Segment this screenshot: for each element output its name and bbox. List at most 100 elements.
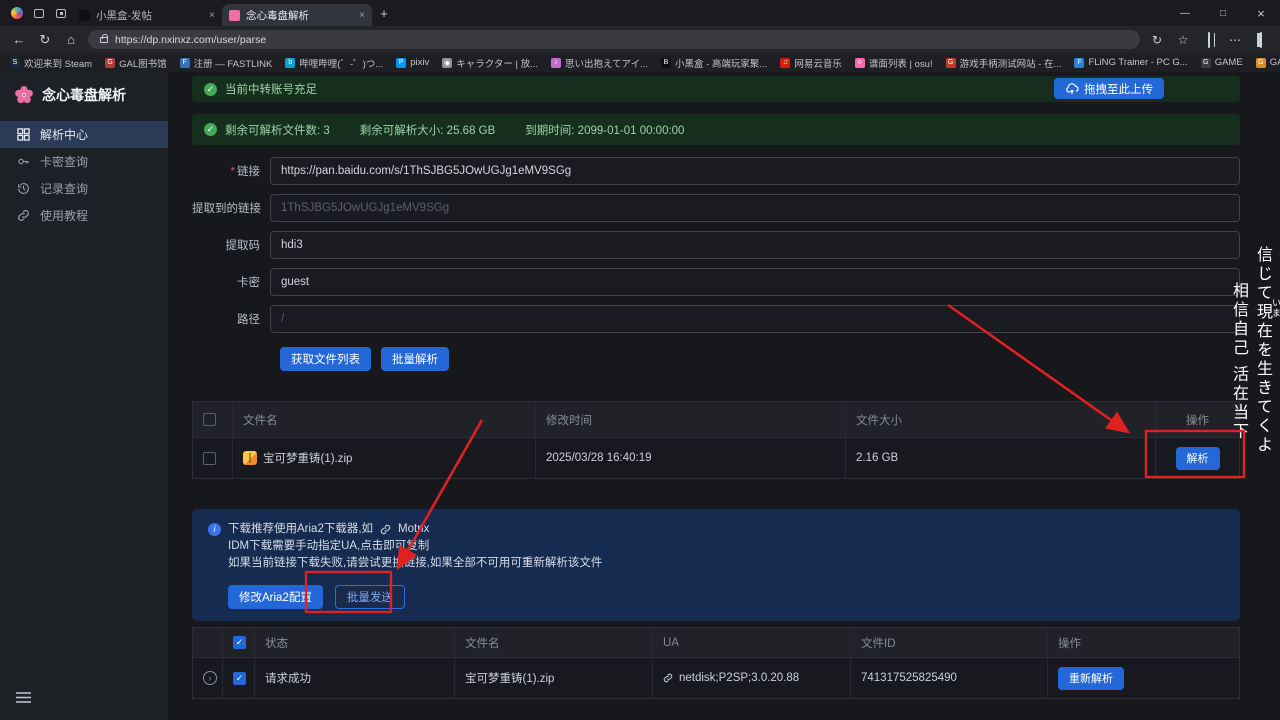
- bookmark-steam[interactable]: S 欢迎来到 Steam: [10, 56, 92, 70]
- bookmark-label: 游戏手柄测试网站 - 在...: [959, 58, 1062, 70]
- split-screen-icon[interactable]: [1200, 31, 1218, 48]
- bookmark-favicon: G: [105, 57, 116, 68]
- parse-button[interactable]: 解析: [1175, 446, 1220, 470]
- close-button[interactable]: ×: [1242, 0, 1280, 26]
- card-key-label: 卡密: [237, 277, 260, 289]
- reparse-button[interactable]: 重新解析: [1058, 666, 1124, 690]
- minimize-button[interactable]: —: [1166, 0, 1204, 26]
- ua-link-icon: [663, 673, 673, 683]
- sidebar-collapse-button[interactable]: [0, 680, 168, 720]
- bookmark-label: GAL图书馆: [119, 58, 167, 70]
- history-icon: [18, 183, 29, 194]
- row-checkbox-cell: ✓: [223, 658, 255, 698]
- download-info-panel: i 下载推荐使用Aria2下载器,如 Motrix IDM下载需要手动指定UA,…: [192, 509, 1240, 621]
- sidebar-item-tutorial[interactable]: 使用教程: [0, 202, 168, 229]
- header-modified: 修改时间: [536, 402, 846, 437]
- motrix-link[interactable]: Motrix: [398, 521, 429, 538]
- upload-button[interactable]: 拖拽至此上传: [1054, 78, 1164, 99]
- sidebar-item-record-query[interactable]: 记录查询: [0, 175, 168, 202]
- extraction-code-input[interactable]: [270, 231, 1240, 259]
- bookmark-fling-trainer[interactable]: F FLiNG Trainer - PC G...: [1074, 57, 1188, 68]
- header-filename: 文件名: [233, 402, 536, 437]
- bookmark-fastlink[interactable]: F 注册 — FASTLINK: [179, 56, 272, 70]
- refresh-icon[interactable]: ↻: [36, 32, 54, 48]
- cloud-upload-icon: [1066, 82, 1079, 94]
- bookmark-character[interactable]: ◉ キャラクター | 放...: [442, 56, 538, 70]
- vertical-japanese-text: 信じて現在を生きてくよ: [1254, 246, 1271, 455]
- header-expand-cell: [193, 628, 223, 657]
- action-cell: 重新解析: [1048, 658, 1239, 698]
- bookmark-game-2[interactable]: GGAME: [1255, 57, 1280, 68]
- sidebar-item-card-query[interactable]: 卡密查询: [0, 148, 168, 175]
- maximize-button[interactable]: □: [1204, 0, 1242, 26]
- address-bar[interactable]: https://dp.nxinxz.com/user/parse: [88, 30, 1140, 49]
- result-table-header: ✓ 状态 文件名 UA 文件ID 操作: [193, 628, 1239, 658]
- quota-expire: 到期时间: 2099-01-01 00:00:00: [525, 124, 685, 137]
- card-key-input[interactable]: [270, 268, 1240, 296]
- tab-close-icon[interactable]: ×: [359, 10, 365, 21]
- modify-aria2-button[interactable]: 修改Aria2配置: [228, 585, 323, 609]
- select-all-checkbox[interactable]: ✓: [233, 636, 246, 649]
- select-all-checkbox[interactable]: [203, 413, 216, 426]
- extracted-link-label: 提取到的链接: [192, 203, 261, 215]
- favorites-star-icon[interactable]: ☆: [1174, 33, 1192, 47]
- sidebar-item-label: 卡密查询: [40, 155, 89, 169]
- extracted-link-input[interactable]: [270, 194, 1240, 222]
- bookmark-netease-music[interactable]: ♫ 网易云音乐: [780, 56, 842, 70]
- file-table-header: 文件名 修改时间 文件大小 操作: [193, 402, 1239, 438]
- sidebar-item-parse-center[interactable]: 解析中心: [0, 121, 168, 148]
- get-file-list-button[interactable]: 获取文件列表: [280, 347, 371, 371]
- home-icon[interactable]: ⌂: [62, 32, 80, 47]
- bookmark-pixiv[interactable]: Ppixiv: [396, 57, 429, 68]
- bookmark-favicon: G: [1255, 57, 1266, 68]
- account-alert-text: 当前中转账号充足: [225, 84, 317, 96]
- upload-button-label: 拖拽至此上传: [1084, 83, 1153, 96]
- bookmark-gamepad-test[interactable]: G 游戏手柄测试网站 - 在...: [945, 56, 1062, 70]
- vertical-chinese-text: 相信自己 活在当下: [1230, 282, 1247, 442]
- filename-cell: 宝可梦重铸(1).zip: [455, 658, 653, 698]
- bookmark-omoide[interactable]: ♪ 思い出抱えてアイ...: [551, 56, 648, 70]
- row-checkbox[interactable]: [203, 451, 216, 465]
- back-icon[interactable]: ←: [10, 32, 28, 47]
- bookmark-label: 网易云音乐: [794, 58, 842, 70]
- action-cell: 解析: [1156, 438, 1239, 478]
- bookmark-gal-library[interactable]: G GAL图书馆: [105, 56, 167, 70]
- info-buttons: 修改Aria2配置 批量发送: [208, 585, 1224, 609]
- tab-nianxin-parser[interactable]: 念心毒盘解析 ×: [222, 4, 372, 26]
- bookmark-game-1[interactable]: G GAME: [1200, 57, 1243, 68]
- link-icon: [18, 210, 29, 221]
- info-text-1: 下载推荐使用Aria2下载器,如: [228, 523, 374, 535]
- bookmark-osu[interactable]: o 谱面列表 | osu!: [854, 56, 933, 70]
- header-status: 状态: [255, 628, 455, 657]
- tab-close-icon[interactable]: ×: [209, 10, 215, 21]
- batch-parse-button[interactable]: 批量解析: [381, 347, 449, 371]
- path-input[interactable]: [270, 305, 1240, 333]
- hamburger-icon: [16, 692, 31, 703]
- bookmark-bilibili[interactable]: b 哔哩哔哩(゜-゜)つ...: [285, 56, 383, 70]
- bookmark-heybox[interactable]: B 小黑盒 - 高端玩家聚...: [660, 56, 767, 70]
- form-buttons: 获取文件列表 批量解析: [280, 347, 1240, 371]
- form-row-link: * 链接: [192, 157, 1240, 185]
- settings-dots-icon[interactable]: ⋯: [1226, 33, 1244, 47]
- browser-essentials-icon[interactable]: ↻: [1148, 33, 1166, 47]
- tab-actions-icon[interactable]: [50, 3, 72, 23]
- row-checkbox[interactable]: ✓: [233, 671, 246, 685]
- tab-label: 小黑盒-发帖: [96, 9, 152, 22]
- workspaces-icon[interactable]: [28, 3, 50, 23]
- ua-cell[interactable]: netdisk;P2SP;3.0.20.88: [653, 658, 851, 698]
- header-fileid: 文件ID: [851, 628, 1048, 657]
- new-tab-button[interactable]: +: [372, 6, 396, 21]
- link-input[interactable]: [270, 157, 1240, 185]
- sidebar-panel-icon[interactable]: [1252, 31, 1270, 48]
- bookmark-label: GAME: [1214, 57, 1243, 68]
- sidebar-item-label: 解析中心: [40, 128, 89, 142]
- tab-heybox[interactable]: 小黑盒-发帖 ×: [72, 4, 222, 26]
- header-action: 操作: [1186, 414, 1209, 427]
- info-line-2: IDM下载需要手动指定UA,点击即可复制: [228, 540, 430, 552]
- tab-favicon: [79, 9, 90, 21]
- row-expand-icon[interactable]: ›: [203, 671, 217, 685]
- profile-avatar[interactable]: [6, 3, 28, 23]
- fileid-cell: 741317525825490: [851, 658, 1048, 698]
- batch-send-button[interactable]: 批量发送: [334, 585, 405, 609]
- filename-text: 宝可梦重铸(1).zip: [263, 453, 353, 465]
